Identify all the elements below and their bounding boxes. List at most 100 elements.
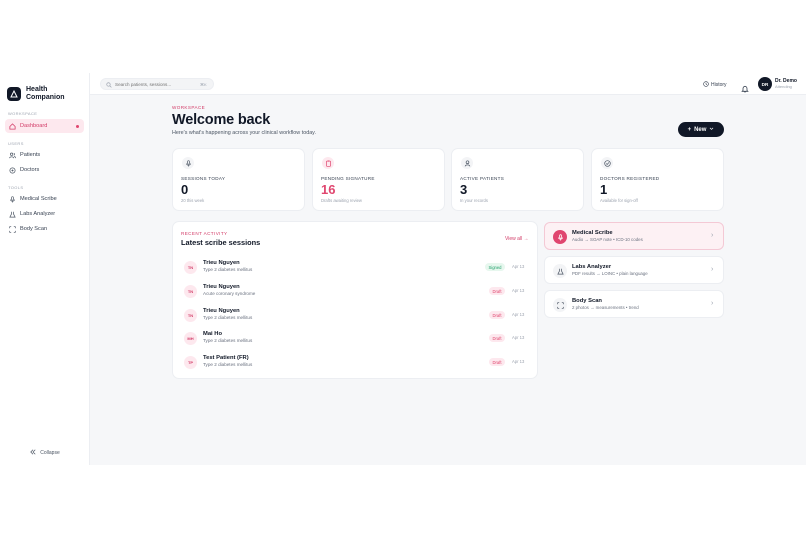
flask-icon	[553, 264, 567, 278]
stat-value: 16	[321, 182, 336, 197]
flask-icon	[8, 210, 16, 218]
sidebar-item-label: Labs Analyzer	[20, 211, 56, 217]
sidebar-item-patients[interactable]: Patients	[5, 148, 84, 162]
search-icon	[106, 75, 112, 93]
chevron-right-icon: ›	[711, 300, 714, 307]
collapse-button[interactable]: Collapse	[0, 449, 90, 457]
diagnosis: Type 2 diabetes mellitus	[203, 315, 253, 320]
check-circle-icon	[601, 157, 613, 169]
diagnosis: Type 2 diabetes mellitus	[203, 362, 253, 367]
bell-icon[interactable]	[741, 80, 749, 98]
diagnosis: Type 2 diabetes mellitus	[203, 338, 253, 343]
sidebar-item-medical-scribe[interactable]: Medical Scribe	[5, 192, 84, 206]
stat-note: Available for sign-off	[600, 198, 638, 203]
chevron-right-icon: ›	[711, 266, 714, 273]
patient-name: Trieu Nguyen	[203, 308, 240, 314]
tool-desc: 2 photos → measurements • trend	[572, 305, 639, 310]
user-icon	[461, 157, 473, 169]
scan-icon	[553, 298, 567, 312]
session-date: Apr 13	[512, 335, 525, 340]
view-all-link[interactable]: View all →	[505, 236, 529, 242]
status-badge: Draft	[489, 358, 505, 366]
tool-desc: PDF results → LOINC • plain language	[572, 271, 648, 276]
stat-value: 3	[460, 182, 468, 197]
clipboard-icon	[322, 157, 334, 169]
page-subtitle: Here's what's happening across your clin…	[172, 130, 316, 136]
clock-icon	[703, 81, 709, 89]
sidebar-item-labs-analyzer[interactable]: Labs Analyzer	[5, 207, 84, 221]
stat-label: PENDING SIGNATURE	[321, 176, 375, 181]
avatar: MH	[184, 332, 197, 345]
stat-label: SESSIONS TODAY	[181, 176, 226, 181]
search-box[interactable]: ⌘K	[100, 78, 214, 90]
sidebar-item-label: Patients	[20, 152, 41, 158]
stat-label: ACTIVE PATIENTS	[460, 176, 505, 181]
table-row[interactable]: TN Trieu Nguyen Type 2 diabetes mellitus…	[181, 305, 531, 327]
tool-name: Labs Analyzer	[572, 264, 612, 270]
avatar: TN	[184, 285, 197, 298]
mic-icon	[8, 195, 16, 203]
table-row[interactable]: TP Test Patient (FR) Type 2 diabetes mel…	[181, 352, 531, 374]
activity-eyebrow: RECENT ACTIVITY	[181, 231, 228, 236]
search-input[interactable]	[115, 81, 195, 87]
table-row[interactable]: MH Mai Ho Type 2 diabetes mellitus Draft…	[181, 328, 531, 350]
status-badge: Signed	[485, 263, 505, 271]
sidebar-item-label: Medical Scribe	[20, 196, 57, 202]
avatar: TP	[184, 356, 197, 369]
tool-name: Medical Scribe	[572, 230, 613, 236]
avatar[interactable]: DR	[758, 77, 772, 91]
patient-name: Mai Ho	[203, 331, 223, 337]
topbar: ⌘K History DR Dr. Demo Attending	[90, 73, 806, 95]
stat-value: 0	[181, 182, 189, 197]
sidebar-item-dashboard[interactable]: Dashboard	[5, 119, 84, 133]
sidebar: Health Companion WORKSPACE Dashboard USE…	[0, 73, 90, 465]
stat-card-active-patients[interactable]: ACTIVE PATIENTS 3 In your records	[451, 148, 584, 211]
user-role: Attending	[775, 84, 792, 89]
stat-value: 1	[600, 182, 608, 197]
table-row[interactable]: TN Trieu Nguyen Type 2 diabetes mellitus…	[181, 257, 531, 279]
brand-name: Health Companion	[26, 85, 65, 101]
users-icon	[8, 151, 16, 159]
sidebar-item-label: Doctors	[20, 167, 40, 173]
main-content: ⌘K History DR Dr. Demo Attending WORKSPA…	[90, 73, 806, 465]
activity-title: Latest scribe sessions	[181, 238, 261, 247]
history-label: History	[711, 82, 727, 88]
stat-note: In your records	[460, 198, 488, 203]
stat-card-doctors-registered[interactable]: DOCTORS REGISTERED 1 Available for sign-…	[591, 148, 724, 211]
avatar: TN	[184, 261, 197, 274]
tool-name: Body Scan	[572, 298, 602, 304]
scan-icon	[8, 225, 16, 233]
table-row[interactable]: TN Trieu Nguyen Acute coronary syndrome …	[181, 281, 531, 303]
session-date: Apr 13	[512, 264, 525, 269]
brand[interactable]: Health Companion	[0, 73, 89, 105]
active-indicator	[76, 124, 79, 128]
session-date: Apr 13	[512, 359, 525, 364]
logo-icon	[7, 86, 21, 101]
tool-card-labs-analyzer[interactable]: Labs Analyzer PDF results → LOINC • plai…	[544, 256, 724, 284]
stat-card-sessions-today[interactable]: SESSIONS TODAY 0 20 this week	[172, 148, 305, 211]
plus-icon: +	[687, 126, 692, 133]
patient-name: Trieu Nguyen	[203, 284, 240, 290]
diagnosis: Acute coronary syndrome	[203, 291, 256, 296]
patient-name: Test Patient (FR)	[203, 355, 249, 361]
mic-icon	[553, 230, 567, 244]
stethoscope-icon	[8, 166, 16, 174]
tool-card-medical-scribe[interactable]: Medical Scribe Audio → SOAP note • ICD-1…	[544, 222, 724, 250]
chevron-down-icon	[709, 126, 714, 133]
diagnosis: Type 2 diabetes mellitus	[203, 267, 253, 272]
new-button[interactable]: + New	[678, 122, 724, 137]
page-eyebrow: WORKSPACE	[172, 105, 206, 110]
home-icon	[8, 122, 16, 130]
session-date: Apr 13	[512, 288, 525, 293]
sidebar-item-doctors[interactable]: Doctors	[5, 163, 84, 177]
history-button[interactable]: History	[703, 81, 727, 89]
tool-card-body-scan[interactable]: Body Scan 2 photos → measurements • tren…	[544, 290, 724, 318]
patient-name: Trieu Nguyen	[203, 260, 240, 266]
avatar: TN	[184, 309, 197, 322]
stat-note: 20 this week	[181, 198, 205, 203]
sidebar-item-label: Body Scan	[20, 226, 48, 232]
status-badge: Draft	[489, 311, 505, 319]
new-button-label: New	[694, 126, 707, 133]
stat-card-pending-signature[interactable]: PENDING SIGNATURE 16 Drafts awaiting rev…	[312, 148, 445, 211]
sidebar-item-body-scan[interactable]: Body Scan	[5, 222, 84, 236]
